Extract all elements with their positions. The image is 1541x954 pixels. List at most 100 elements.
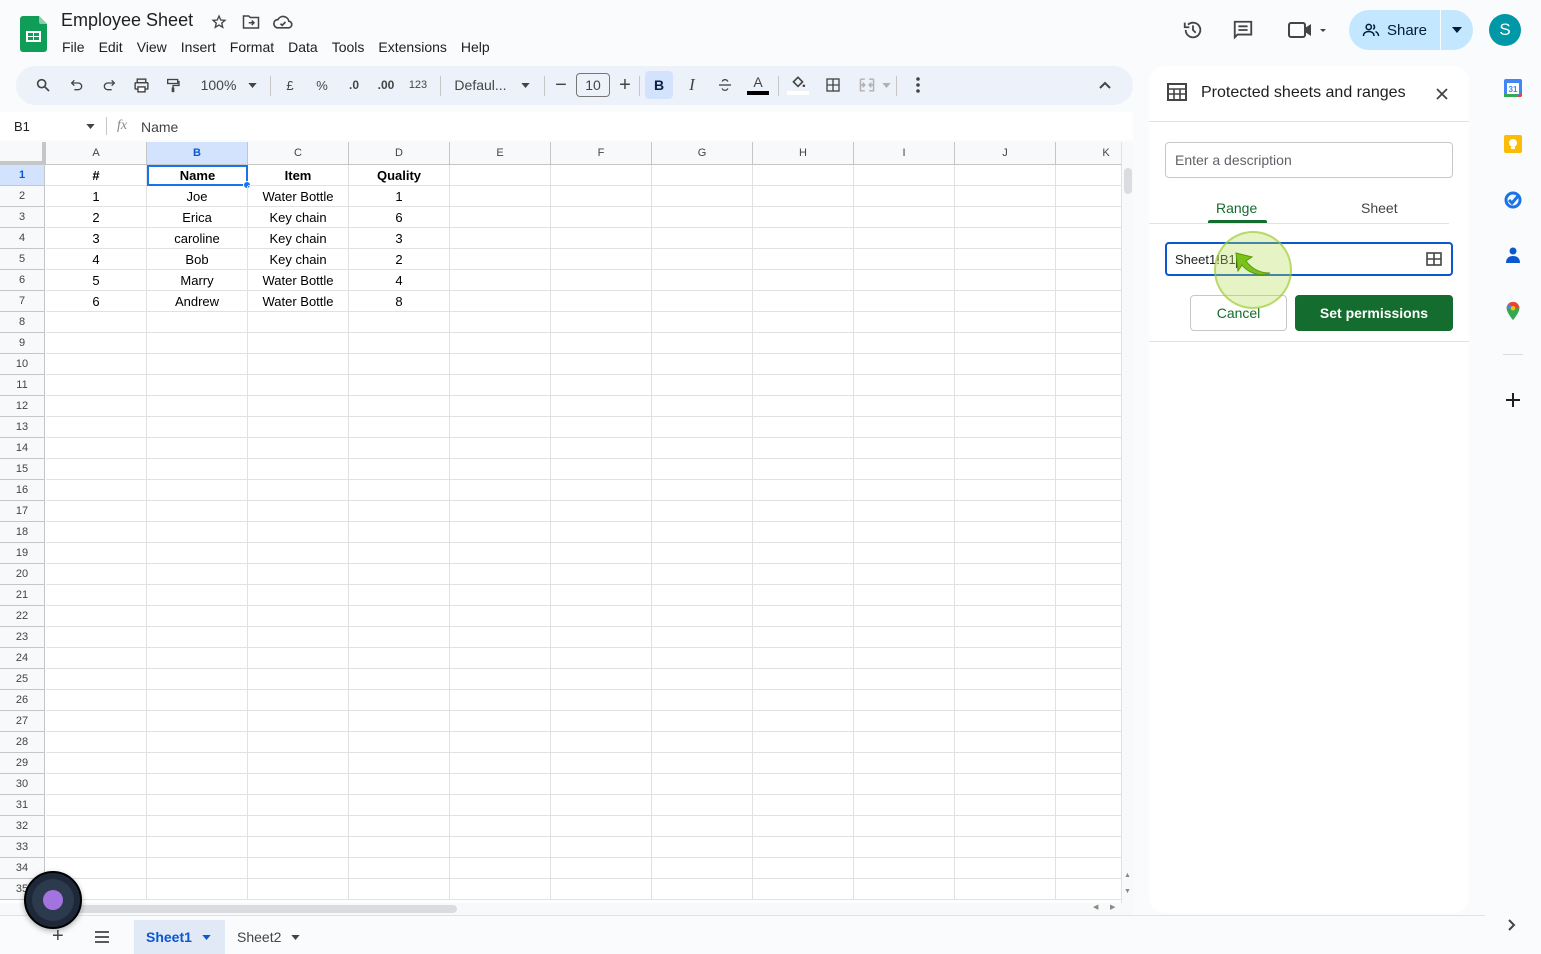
cell-b34[interactable]: [147, 858, 248, 879]
cell-e11[interactable]: [450, 375, 551, 396]
cell-d29[interactable]: [349, 753, 450, 774]
cell-k29[interactable]: [1056, 753, 1121, 774]
cell-f15[interactable]: [551, 459, 652, 480]
cell-h11[interactable]: [753, 375, 854, 396]
row-header[interactable]: 6: [0, 270, 45, 291]
cell-b25[interactable]: [147, 669, 248, 690]
cell-e35[interactable]: [450, 879, 551, 900]
cell-j28[interactable]: [955, 732, 1056, 753]
cell-i4[interactable]: [854, 228, 955, 249]
cell-b29[interactable]: [147, 753, 248, 774]
cell-d33[interactable]: [349, 837, 450, 858]
cell-c17[interactable]: [248, 501, 349, 522]
column-header-e[interactable]: E: [450, 142, 551, 165]
cell-h17[interactable]: [753, 501, 854, 522]
row-header[interactable]: 17: [0, 501, 45, 522]
column-header-j[interactable]: J: [955, 142, 1056, 165]
row-header[interactable]: 27: [0, 711, 45, 732]
cell-a16[interactable]: [46, 480, 147, 501]
cell-b15[interactable]: [147, 459, 248, 480]
set-permissions-button[interactable]: Set permissions: [1295, 295, 1453, 331]
version-history-icon[interactable]: [1177, 14, 1209, 46]
cell-h29[interactable]: [753, 753, 854, 774]
row-header[interactable]: 18: [0, 522, 45, 543]
cell-d18[interactable]: [349, 522, 450, 543]
cell-h34[interactable]: [753, 858, 854, 879]
cell-k5[interactable]: [1056, 249, 1121, 270]
cell-j26[interactable]: [955, 690, 1056, 711]
cell-h21[interactable]: [753, 585, 854, 606]
cell-e5[interactable]: [450, 249, 551, 270]
row-header[interactable]: 31: [0, 795, 45, 816]
scroll-right-arrow[interactable]: ▶: [1110, 903, 1115, 911]
menu-help[interactable]: Help: [454, 37, 497, 57]
cell-c21[interactable]: [248, 585, 349, 606]
scroll-up-arrow[interactable]: ▲: [1124, 872, 1131, 879]
cell-j14[interactable]: [955, 438, 1056, 459]
cell-h10[interactable]: [753, 354, 854, 375]
cell-c19[interactable]: [248, 543, 349, 564]
cell-d7[interactable]: 8: [349, 291, 450, 312]
cell-d11[interactable]: [349, 375, 450, 396]
cell-h33[interactable]: [753, 837, 854, 858]
column-header-d[interactable]: D: [349, 142, 450, 165]
vertical-scrollbar[interactable]: ▲ ▼: [1121, 142, 1133, 903]
cell-k12[interactable]: [1056, 396, 1121, 417]
cell-j34[interactable]: [955, 858, 1056, 879]
cell-h19[interactable]: [753, 543, 854, 564]
cell-i18[interactable]: [854, 522, 955, 543]
cell-e8[interactable]: [450, 312, 551, 333]
italic-button[interactable]: I: [680, 71, 704, 99]
cloud-saved-icon[interactable]: [273, 12, 293, 32]
cell-g9[interactable]: [652, 333, 753, 354]
cell-b33[interactable]: [147, 837, 248, 858]
cell-h22[interactable]: [753, 606, 854, 627]
cell-a18[interactable]: [46, 522, 147, 543]
cell-a3[interactable]: 2: [46, 207, 147, 228]
cell-j19[interactable]: [955, 543, 1056, 564]
cell-h25[interactable]: [753, 669, 854, 690]
cell-b11[interactable]: [147, 375, 248, 396]
cell-b10[interactable]: [147, 354, 248, 375]
row-header[interactable]: 29: [0, 753, 45, 774]
row-header[interactable]: 2: [0, 186, 45, 207]
cell-a8[interactable]: [46, 312, 147, 333]
column-header-h[interactable]: H: [753, 142, 854, 165]
cell-g14[interactable]: [652, 438, 753, 459]
cell-d20[interactable]: [349, 564, 450, 585]
cell-h13[interactable]: [753, 417, 854, 438]
cell-d31[interactable]: [349, 795, 450, 816]
cell-k18[interactable]: [1056, 522, 1121, 543]
cell-e34[interactable]: [450, 858, 551, 879]
cell-j7[interactable]: [955, 291, 1056, 312]
cell-i11[interactable]: [854, 375, 955, 396]
percent-format-button[interactable]: %: [312, 71, 332, 99]
cell-j5[interactable]: [955, 249, 1056, 270]
cell-j18[interactable]: [955, 522, 1056, 543]
cell-k17[interactable]: [1056, 501, 1121, 522]
text-color-icon[interactable]: A: [746, 71, 770, 99]
row-header[interactable]: 24: [0, 648, 45, 669]
cell-d25[interactable]: [349, 669, 450, 690]
menu-tools[interactable]: Tools: [325, 37, 372, 57]
cell-i8[interactable]: [854, 312, 955, 333]
cell-k25[interactable]: [1056, 669, 1121, 690]
cell-j8[interactable]: [955, 312, 1056, 333]
expand-side-panel-icon[interactable]: [1507, 918, 1516, 932]
cell-a7[interactable]: 6: [46, 291, 147, 312]
cell-i25[interactable]: [854, 669, 955, 690]
contacts-icon[interactable]: [1502, 244, 1524, 266]
cell-k33[interactable]: [1056, 837, 1121, 858]
cell-c8[interactable]: [248, 312, 349, 333]
cell-g7[interactable]: [652, 291, 753, 312]
cell-d12[interactable]: [349, 396, 450, 417]
cell-k7[interactable]: [1056, 291, 1121, 312]
cell-b14[interactable]: [147, 438, 248, 459]
cell-j9[interactable]: [955, 333, 1056, 354]
cell-k13[interactable]: [1056, 417, 1121, 438]
cell-h12[interactable]: [753, 396, 854, 417]
cell-i27[interactable]: [854, 711, 955, 732]
cell-e2[interactable]: [450, 186, 551, 207]
column-header-a[interactable]: A: [46, 142, 147, 165]
cell-h14[interactable]: [753, 438, 854, 459]
